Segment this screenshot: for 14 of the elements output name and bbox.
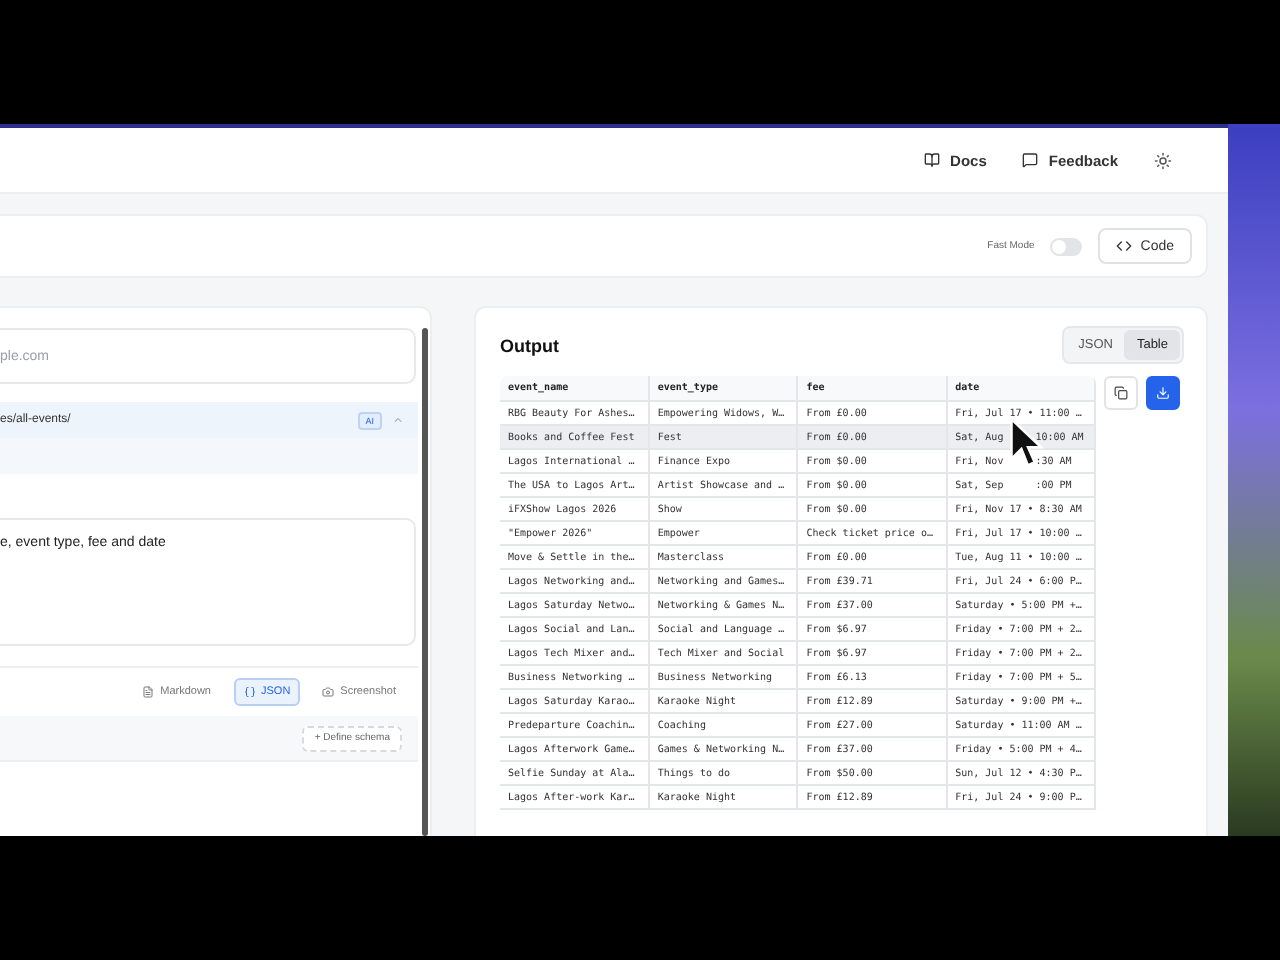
braces-icon — [243, 686, 255, 698]
copy-button[interactable] — [1104, 376, 1138, 410]
book-icon — [924, 152, 941, 168]
download-icon — [1156, 386, 1170, 400]
output-title: Output — [500, 335, 559, 355]
fast-mode-toggle[interactable] — [1050, 237, 1083, 255]
sun-icon[interactable] — [1154, 151, 1172, 169]
scrollbar[interactable] — [422, 328, 428, 836]
camera-icon — [322, 686, 335, 698]
code-icon — [1116, 238, 1133, 254]
download-button[interactable] — [1146, 376, 1180, 410]
chat-icon — [1022, 152, 1039, 168]
copy-icon — [1114, 386, 1128, 400]
document-icon — [142, 686, 155, 698]
